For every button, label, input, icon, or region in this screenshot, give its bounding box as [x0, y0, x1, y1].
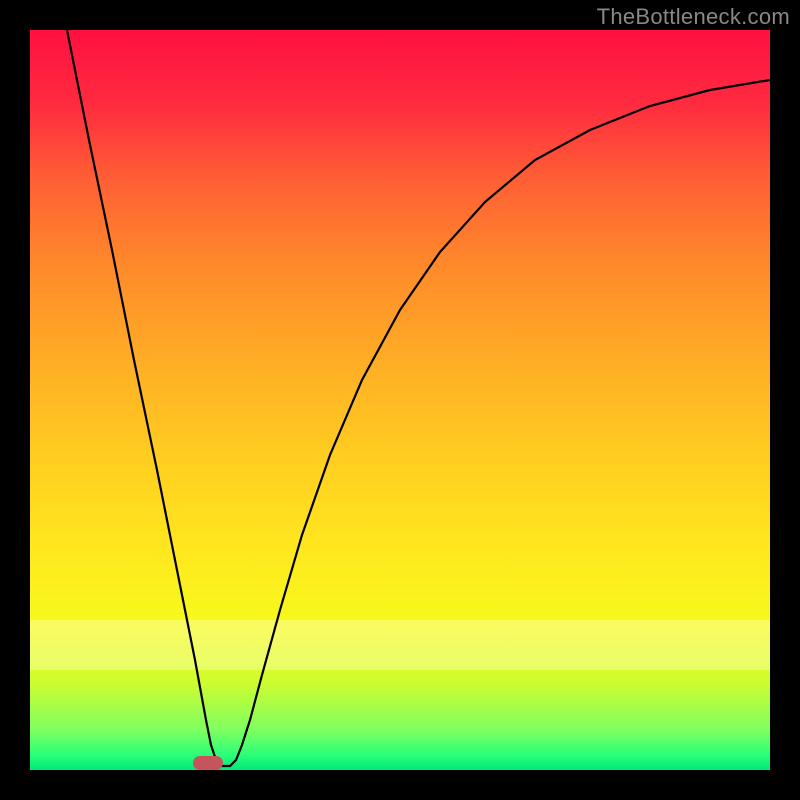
bottleneck-curve [30, 30, 770, 770]
plot-area [30, 30, 770, 770]
chart-frame: TheBottleneck.com [0, 0, 800, 800]
watermark-text: TheBottleneck.com [597, 4, 790, 30]
